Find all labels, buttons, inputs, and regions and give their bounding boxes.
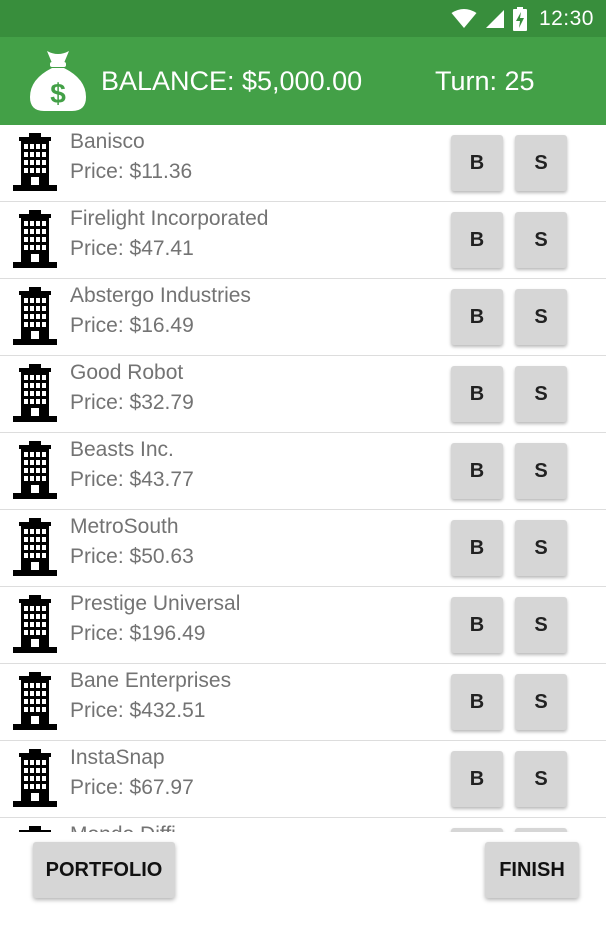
buy-button[interactable]: B <box>451 520 503 576</box>
sell-button[interactable]: S <box>515 289 567 345</box>
buy-button[interactable]: B <box>451 366 503 422</box>
buy-button[interactable]: B <box>451 597 503 653</box>
sell-button[interactable]: S <box>515 674 567 730</box>
company-price: Price: $11.36 <box>70 160 193 183</box>
company-name: Good Robot <box>70 361 184 384</box>
company-price: Price: $47.41 <box>70 237 194 260</box>
company-price: Price: $67.97 <box>70 776 194 799</box>
sell-button[interactable]: S <box>515 520 567 576</box>
company-name: Bane Enterprises <box>70 669 232 692</box>
building-icon <box>13 595 57 653</box>
turn-counter: Turn: 25 <box>435 66 535 96</box>
building-icon <box>13 364 57 422</box>
company-name: MetroSouth <box>70 515 179 538</box>
stock-row-firelight[interactable]: Firelight Incorporated Price: $47.41 B S <box>0 202 606 279</box>
stock-row-bane[interactable]: Bane Enterprises Price: $432.51 B S <box>0 664 606 741</box>
svg-text:$: $ <box>50 78 66 109</box>
company-price: Price: $32.79 <box>70 391 194 414</box>
company-name: Beasts Inc. <box>70 438 174 461</box>
building-icon <box>13 287 57 345</box>
building-icon <box>13 672 57 730</box>
buy-button[interactable]: B <box>451 443 503 499</box>
stock-row-instasnap[interactable]: InstaSnap Price: $67.97 B S <box>0 741 606 818</box>
company-name: Banisco <box>70 130 145 153</box>
sell-button[interactable]: S <box>515 366 567 422</box>
sell-button[interactable]: S <box>515 751 567 807</box>
sell-button[interactable]: S <box>515 212 567 268</box>
buy-button[interactable]: B <box>451 751 503 807</box>
portfolio-button[interactable]: PORTFOLIO <box>33 842 175 898</box>
building-icon <box>13 518 57 576</box>
company-name: InstaSnap <box>70 746 165 769</box>
stock-row-banisco[interactable]: Banisco Price: $11.36 B S <box>0 125 606 202</box>
building-icon <box>13 749 57 807</box>
wifi-icon <box>451 8 477 28</box>
stock-row-abstergo[interactable]: Abstergo Industries Price: $16.49 B S <box>0 279 606 356</box>
battery-charging-icon <box>512 6 527 31</box>
stock-row-metrosouth[interactable]: MetroSouth Price: $50.63 B S <box>0 510 606 587</box>
building-icon <box>13 210 57 268</box>
company-price: Price: $16.49 <box>70 314 194 337</box>
company-price: Price: $196.49 <box>70 622 206 645</box>
building-icon <box>13 133 57 191</box>
stock-row-partial[interactable]: Mondo Diffi B S <box>0 818 606 832</box>
company-price: Price: $43.77 <box>70 468 194 491</box>
status-bar: 12:30 <box>0 0 606 37</box>
status-icons: 12:30 <box>451 0 594 37</box>
company-price: Price: $50.63 <box>70 545 194 568</box>
buy-button[interactable]: B <box>451 674 503 730</box>
money-bag-icon: $ <box>30 51 86 111</box>
buy-button[interactable]: B <box>451 135 503 191</box>
company-name: Prestige Universal <box>70 592 241 615</box>
bottom-bar: PORTFOLIO FINISH <box>0 832 606 933</box>
buy-button[interactable]: B <box>451 212 503 268</box>
balance-value: $5,000.00 <box>242 66 363 96</box>
stock-list[interactable]: Banisco Price: $11.36 B S Firelight Inco… <box>0 125 606 832</box>
cell-signal-icon <box>485 9 504 28</box>
sell-button[interactable]: S <box>515 443 567 499</box>
sell-button[interactable]: S <box>515 597 567 653</box>
app-bar: $ BALANCE: $5,000.00 Turn: 25 <box>0 37 606 125</box>
company-name: Abstergo Industries <box>70 284 251 307</box>
company-price: Price: $432.51 <box>70 699 206 722</box>
balance-label: BALANCE: <box>101 66 235 96</box>
sell-button[interactable]: S <box>515 135 567 191</box>
company-name: Firelight Incorporated <box>70 207 269 230</box>
stock-row-prestige[interactable]: Prestige Universal Price: $196.49 B S <box>0 587 606 664</box>
stock-row-good-robot[interactable]: Good Robot Price: $32.79 B S <box>0 356 606 433</box>
buy-button[interactable]: B <box>451 289 503 345</box>
status-time: 12:30 <box>538 6 594 30</box>
finish-button[interactable]: FINISH <box>485 842 579 898</box>
company-name: Mondo Diffi <box>70 823 176 832</box>
stock-row-beasts[interactable]: Beasts Inc. Price: $43.77 B S <box>0 433 606 510</box>
building-icon <box>13 441 57 499</box>
